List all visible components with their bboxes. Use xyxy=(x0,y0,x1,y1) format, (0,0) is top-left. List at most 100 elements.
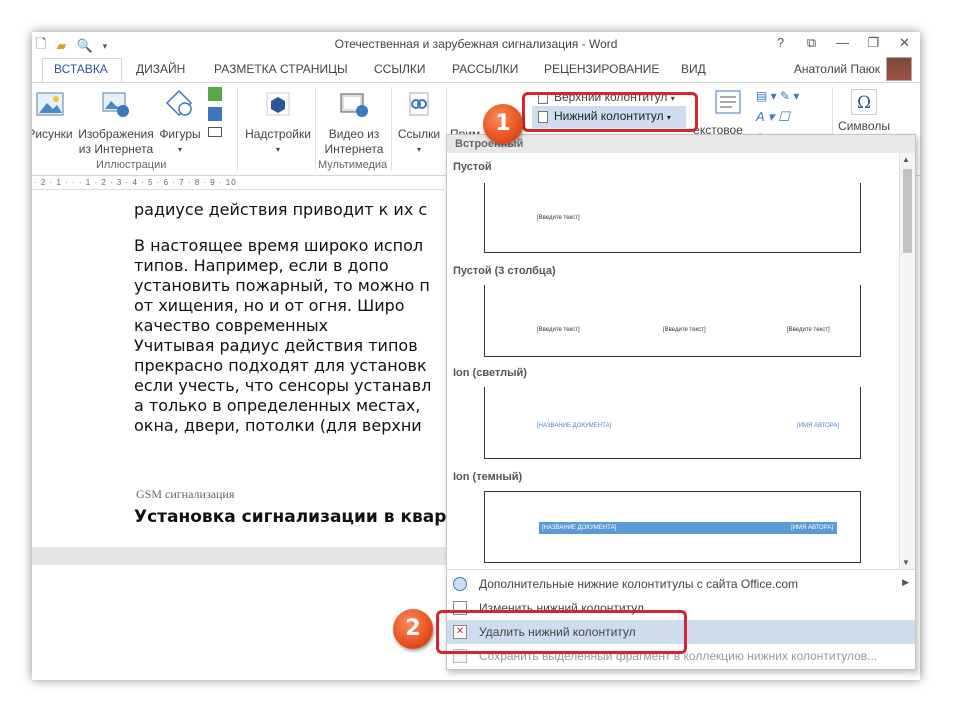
chart-icon[interactable] xyxy=(208,107,222,121)
callout-box-footer-button xyxy=(522,92,698,132)
tab-insert[interactable]: ВСТАВКА xyxy=(54,62,108,76)
online-picture-icon xyxy=(102,92,129,117)
preview-blue-bar: [НАЗВАНИЕ ДОКУМЕНТА] [ИМЯ АВТОРА] xyxy=(539,522,837,534)
links-button[interactable]: Ссылки ▾ xyxy=(394,89,444,157)
footer-preview-three-columns[interactable]: [Введите текст] [Введите текст] [Введите… xyxy=(484,285,861,357)
addins-label: Надстройки xyxy=(245,127,311,141)
gallery-section-label: Пустой (3 столбца) xyxy=(453,265,556,277)
store-icon xyxy=(266,92,290,116)
shapes-icon xyxy=(165,89,193,117)
footer-gallery-dropdown: Встроенный ▲ ▼ Пустой [Введите текст] Пу… xyxy=(446,134,916,670)
doc-line: В настоящее время широко испол xyxy=(134,236,424,255)
scroll-down-icon[interactable]: ▼ xyxy=(902,558,910,567)
group-separator xyxy=(237,87,238,171)
tab-design[interactable]: ДИЗАЙН xyxy=(136,62,185,76)
title-bar: 🗋 ▰ 🔍 ▾ Отечественная и зарубежная сигна… xyxy=(32,32,920,56)
textbox-button[interactable]: екстовое xyxy=(693,89,750,138)
links-label: Ссылки xyxy=(397,127,441,141)
preview-placeholder: [ИМЯ АВТОРА] xyxy=(791,525,833,531)
preview-placeholder: [НАЗВАНИЕ ДОКУМЕНТА] xyxy=(537,423,612,429)
doc-line: качество современных xyxy=(134,316,329,335)
smartart-icon[interactable] xyxy=(208,87,222,101)
online-video-button[interactable]: Видео из Интернета xyxy=(320,89,388,157)
doc-line: типов. Например, если в допо xyxy=(134,256,389,275)
picture-icon xyxy=(36,92,64,116)
more-footers-office-com[interactable]: Дополнительные нижние колонтитулы с сайт… xyxy=(447,572,915,596)
preview-placeholder: [Введите текст] xyxy=(537,215,580,221)
online-pictures-button[interactable]: Изображения из Интернета xyxy=(78,89,154,157)
addins-button[interactable]: Надстройки ▾ xyxy=(242,89,314,157)
preview-placeholder: [ИМЯ АВТОРА] xyxy=(797,423,839,429)
omega-icon: Ω xyxy=(851,89,877,115)
preview-placeholder: [НАЗВАНИЕ ДОКУМЕНТА] xyxy=(542,525,617,531)
shapes-button[interactable]: Фигуры ▾ xyxy=(156,89,204,157)
textbox-icon xyxy=(715,90,741,114)
preview-placeholder: [Введите текст] xyxy=(537,327,580,333)
wordart-icon[interactable]: A ▾ ☐ xyxy=(756,109,826,125)
tab-review[interactable]: РЕЦЕНЗИРОВАНИЕ xyxy=(544,62,659,76)
callout-box-remove-footer xyxy=(436,610,687,654)
callout-badge-2: 2 xyxy=(393,609,433,649)
preview-placeholder: [Введите текст] xyxy=(663,327,706,333)
tab-view[interactable]: ВИД xyxy=(681,62,706,76)
small-illustration-buttons xyxy=(208,87,228,137)
doc-line: а только в определенных местах, xyxy=(134,396,421,415)
avatar[interactable] xyxy=(886,57,912,81)
chevron-down-icon: ▾ xyxy=(275,145,280,154)
film-icon xyxy=(340,93,368,117)
footer-preview-blank[interactable]: [Введите текст] xyxy=(484,183,861,253)
page-footer-text: GSM сигнализация xyxy=(136,487,235,501)
horizontal-ruler[interactable]: · 2 · 1 · · · 1 · 2 · 3 · 4 · 5 · 6 · 7 … xyxy=(32,176,444,190)
help-icon[interactable]: ? xyxy=(765,32,796,54)
pictures-label: Рисунки xyxy=(32,127,73,141)
close-icon[interactable]: ✕ xyxy=(889,32,920,54)
group-media-label: Мультимедиа xyxy=(318,159,388,171)
pictures-button[interactable]: Рисунки xyxy=(32,89,74,142)
online-video-label-1: Видео из xyxy=(328,127,380,141)
scrollbar-thumb[interactable] xyxy=(903,169,912,253)
gallery-section-label: Пустой xyxy=(453,161,492,173)
user-name[interactable]: Анатолий Паюк xyxy=(794,62,880,76)
restore-icon[interactable]: ❐ xyxy=(858,32,889,54)
doc-line: прекрасно подходят для установк xyxy=(134,356,427,375)
quick-parts-icon[interactable]: ▤ ▾ ✎ ▾ xyxy=(756,89,826,103)
online-video-label-2: Интернета xyxy=(324,142,384,156)
doc-line: если учесть, что сенсоры устанавл xyxy=(134,376,432,395)
ribbon-display-icon[interactable]: ⧉ xyxy=(796,32,827,54)
symbols-button[interactable]: Ω Символы xyxy=(836,89,892,134)
window-controls: ? ⧉ — ❐ ✕ xyxy=(765,32,920,54)
group-separator xyxy=(391,87,392,171)
scroll-up-icon[interactable]: ▲ xyxy=(902,155,910,164)
tab-mailings[interactable]: РАССЫЛКИ xyxy=(452,62,518,76)
minimize-icon[interactable]: — xyxy=(827,32,858,54)
gallery-scrollbar[interactable]: ▲ ▼ xyxy=(899,153,915,569)
tab-references[interactable]: ССЫЛКИ xyxy=(374,62,425,76)
footer-preview-ion-dark[interactable]: [НАЗВАНИЕ ДОКУМЕНТА] [ИМЯ АВТОРА] xyxy=(484,491,861,563)
shapes-label: Фигуры xyxy=(159,127,201,141)
symbols-label: Символы xyxy=(838,119,890,133)
callout-badge-1: 1 xyxy=(483,104,523,144)
group-separator xyxy=(315,87,316,171)
chevron-down-icon: ▾ xyxy=(177,145,182,154)
menu-label: Дополнительные нижние колонтитулы с сайт… xyxy=(479,577,798,591)
chevron-down-icon: ▾ xyxy=(416,145,421,154)
chevron-right-icon: ▶ xyxy=(902,577,909,587)
doc-line: от хищения, но и от огня. Широ xyxy=(134,296,405,315)
preview-placeholder: [Введите текст] xyxy=(787,327,830,333)
link-icon xyxy=(409,92,429,116)
screenshot-icon[interactable] xyxy=(208,127,222,137)
online-pictures-label-2: из Интернета xyxy=(78,142,154,156)
footer-preview-ion-light[interactable]: [НАЗВАНИЕ ДОКУМЕНТА] [ИМЯ АВТОРА] xyxy=(484,387,861,459)
globe-icon xyxy=(453,577,467,591)
ribbon-tabs: ВСТАВКА ДИЗАЙН РАЗМЕТКА СТРАНИЦЫ ССЫЛКИ … xyxy=(32,56,920,82)
doc-line: радиусе действия приводит к их с xyxy=(134,200,428,219)
online-pictures-label-1: Изображения xyxy=(78,127,154,141)
gallery-section-label: Ion (светлый) xyxy=(453,367,527,379)
menu-separator xyxy=(447,569,915,570)
gallery-section-label: Ion (темный) xyxy=(453,471,523,483)
doc-line: Учитывая радиус действия типов xyxy=(134,336,418,355)
doc-line: установить пожарный, то можно п xyxy=(134,276,430,295)
doc-heading: Установка сигнализации в квартиру. xyxy=(134,507,498,527)
tab-layout[interactable]: РАЗМЕТКА СТРАНИЦЫ xyxy=(214,62,348,76)
group-illustrations-label: Иллюстрации xyxy=(96,159,167,171)
